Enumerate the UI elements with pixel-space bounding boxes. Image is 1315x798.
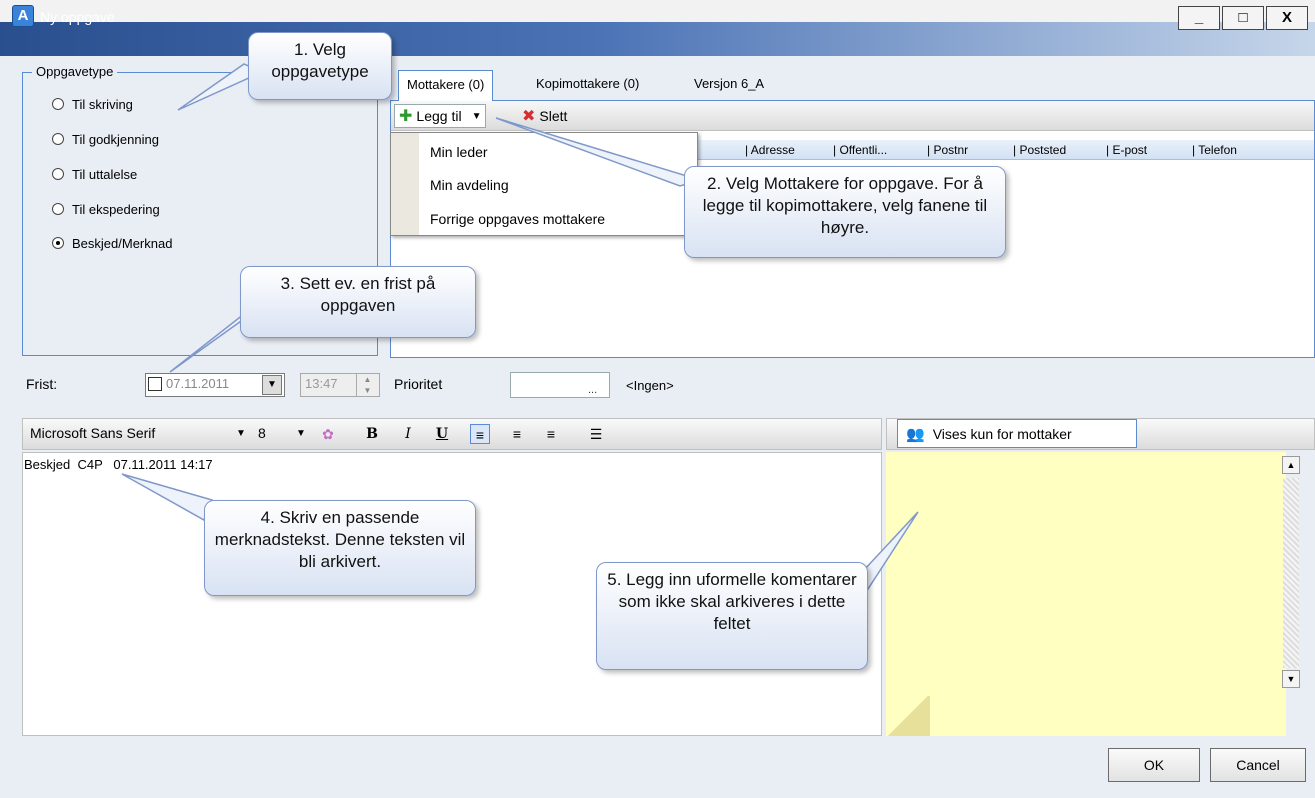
callout-4-pointer — [121, 473, 214, 522]
callout-4: 4. Skriv en passende merknadstekst. Denn… — [204, 500, 476, 596]
callout-3: 3. Sett ev. en frist på oppgaven — [240, 266, 476, 338]
callout-pointers — [121, 63, 919, 595]
callout-5: 5. Legg inn uformelle komentarer som ikk… — [596, 562, 868, 670]
callout-2-pointer — [495, 117, 703, 187]
callout-1: 1. Velg oppgavetype — [248, 32, 392, 100]
callout-2: 2. Velg Mottakere for oppgave. For å leg… — [684, 166, 1006, 258]
callout-5-pointer — [863, 511, 919, 595]
